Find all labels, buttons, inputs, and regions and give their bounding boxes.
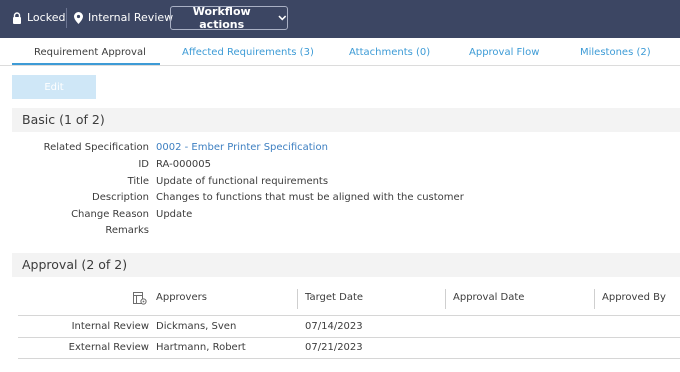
column-divider[interactable] xyxy=(594,289,595,309)
lock-status: Locked xyxy=(12,11,65,24)
header-bar: Locked Internal Review Workflow actions xyxy=(0,0,680,38)
row-approvers: Dickmans, Sven xyxy=(156,321,237,332)
row-stage: Internal Review xyxy=(71,321,149,332)
column-header-approved-by[interactable]: Approved By xyxy=(602,292,666,303)
field-label-change-reason: Change Reason xyxy=(71,209,149,220)
field-value-change-reason: Update xyxy=(156,209,193,220)
edit-button[interactable]: Edit xyxy=(12,75,96,99)
row-approvers: Hartmann, Robert xyxy=(156,342,246,353)
lock-label: Locked xyxy=(27,11,66,24)
column-header-target-date[interactable]: Target Date xyxy=(305,292,363,303)
header-divider xyxy=(66,8,67,28)
lock-icon xyxy=(13,11,21,24)
column-settings-icon[interactable] xyxy=(133,292,147,305)
field-label-description: Description xyxy=(92,192,149,203)
basic-section-header[interactable]: Basic (1 of 2) xyxy=(12,108,680,132)
field-value-title: Update of functional requirements xyxy=(156,176,329,187)
column-divider[interactable] xyxy=(445,289,446,309)
tab-milestones[interactable]: Milestones (2) xyxy=(580,47,651,58)
location-status: Internal Review xyxy=(74,11,173,24)
row-target-date: 07/21/2023 xyxy=(305,342,363,353)
location-pin-icon xyxy=(74,11,83,24)
field-value-id: RA-000005 xyxy=(156,159,211,170)
column-header-approvers[interactable]: Approvers xyxy=(156,292,207,303)
row-stage: External Review xyxy=(68,342,149,353)
table-divider xyxy=(18,358,680,359)
table-divider xyxy=(18,315,680,316)
row-target-date: 07/14/2023 xyxy=(305,321,363,332)
location-label: Internal Review xyxy=(88,11,174,24)
workflow-actions-label: Workflow actions xyxy=(192,5,251,31)
column-divider[interactable] xyxy=(297,289,298,309)
field-label-id: ID xyxy=(138,159,149,170)
table-divider xyxy=(18,337,680,338)
column-header-approval-date[interactable]: Approval Date xyxy=(453,292,524,303)
tab-attachments[interactable]: Attachments (0) xyxy=(349,47,430,58)
field-label-title: Title xyxy=(127,176,149,187)
field-label-remarks: Remarks xyxy=(105,225,149,236)
chevron-down-icon xyxy=(278,15,287,21)
approval-section-header[interactable]: Approval (2 of 2) xyxy=(12,253,680,277)
field-value-description: Changes to functions that must be aligne… xyxy=(156,192,464,203)
related-specification-link[interactable]: 0002 - Ember Printer Specification xyxy=(156,142,328,153)
tab-approval-flow[interactable]: Approval Flow xyxy=(469,47,539,58)
tab-requirement-approval[interactable]: Requirement Approval xyxy=(34,47,146,58)
tab-bar: Requirement Approval Affected Requiremen… xyxy=(0,38,680,66)
tab-affected-requirements[interactable]: Affected Requirements (3) xyxy=(182,47,314,58)
workflow-actions-button[interactable]: Workflow actions xyxy=(170,5,288,31)
field-label-related-specification: Related Specification xyxy=(43,142,149,153)
active-tab-indicator xyxy=(12,63,160,65)
